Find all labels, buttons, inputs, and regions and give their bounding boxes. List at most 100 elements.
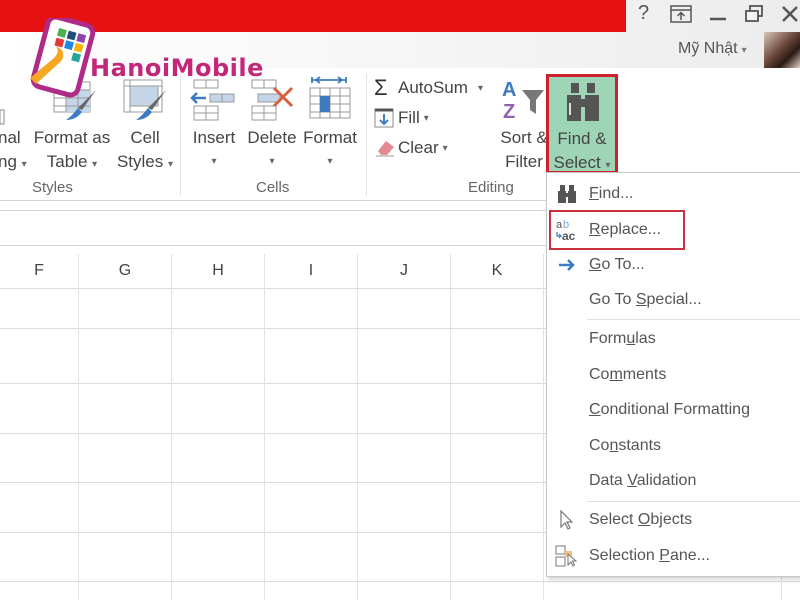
- column-line: [357, 254, 358, 600]
- menu-item-label: Conditional Formatting: [589, 401, 750, 418]
- replace-icon: a b ac: [555, 218, 579, 242]
- format-as-table-button[interactable]: Format as Table ▾: [32, 126, 112, 177]
- arrow-right-icon: [555, 253, 579, 277]
- chevron-down-icon: ▾: [442, 142, 448, 154]
- minimize-button[interactable]: [708, 4, 728, 30]
- delete-label: Delete: [247, 128, 297, 147]
- avatar[interactable]: [764, 32, 800, 68]
- clear-label: Clear: [398, 138, 439, 157]
- chevron-down-icon: ▾: [605, 160, 611, 171]
- ribbon-display-options-button[interactable]: [670, 4, 692, 30]
- selection-pane-icon: [555, 544, 579, 568]
- find-select-label-2: Select: [553, 153, 601, 172]
- conditional-formatting-button[interactable]: nal ng ▾: [0, 126, 27, 177]
- svg-text:A: A: [502, 79, 516, 101]
- format-as-table-label-1: Format as: [33, 128, 111, 147]
- clear-button[interactable]: Clear ▾: [374, 136, 448, 160]
- fill-label: Fill: [398, 108, 420, 127]
- menu-item-label: Comments: [589, 366, 667, 383]
- delete-button[interactable]: Delete ▾: [244, 126, 300, 174]
- format-button[interactable]: Format ▾: [300, 126, 360, 174]
- sort-filter-label-2: Filter: [505, 152, 543, 171]
- chevron-down-icon: ▾: [211, 156, 217, 167]
- editing-group-label: Editing: [468, 179, 514, 196]
- svg-text:Z: Z: [503, 101, 515, 120]
- formula-bar[interactable]: [0, 210, 546, 246]
- menu-item-go-to[interactable]: Go To...: [547, 248, 800, 282]
- menu-item-constants[interactable]: Constants: [547, 429, 800, 463]
- cell-styles-button[interactable]: Cell Styles ▾: [112, 126, 178, 177]
- menu-item-comments[interactable]: Comments: [547, 358, 800, 392]
- fill-button[interactable]: Fill ▾: [374, 106, 429, 130]
- close-icon: [782, 6, 798, 22]
- menu-item-conditional-formatting[interactable]: Conditional Formatting: [547, 393, 800, 427]
- menu-item-formulas[interactable]: Formulas: [547, 322, 800, 356]
- format-as-table-label-2: Table: [46, 152, 88, 171]
- svg-text:ac: ac: [562, 229, 576, 242]
- user-account-menu[interactable]: Mỹ Nhật ▾: [678, 40, 747, 58]
- restore-icon: [745, 5, 763, 22]
- chevron-down-icon: ▾: [327, 156, 333, 167]
- menu-item-label: Formulas: [589, 330, 656, 347]
- binoculars-icon: [567, 83, 599, 121]
- column-header-j[interactable]: J: [358, 254, 450, 288]
- user-name: Mỹ Nhật: [678, 40, 738, 57]
- find-select-label: Find & Select ▾: [549, 127, 615, 178]
- menu-item-data-validation[interactable]: Data Validation: [547, 464, 800, 498]
- binoculars-icon: [555, 182, 579, 206]
- find-select-label-1: Find &: [557, 129, 607, 148]
- find-select-menu: Find... a b ac Replace... Go To... Go To S…: [546, 172, 800, 577]
- column-header-i[interactable]: I: [265, 254, 357, 288]
- column-header-h[interactable]: H: [172, 254, 264, 288]
- styles-group-label: Styles: [32, 179, 73, 196]
- menu-item-label: Replace...: [589, 221, 662, 238]
- menu-item-label: Go To Special...: [589, 291, 702, 308]
- insert-button[interactable]: Insert ▾: [186, 126, 242, 174]
- sort-filter-icon: A Z: [502, 79, 544, 120]
- conditional-formatting-label-1: nal: [0, 128, 21, 147]
- column-header-f[interactable]: F: [0, 254, 78, 288]
- menu-item-select-objects[interactable]: Select Objects: [547, 503, 800, 537]
- restore-button[interactable]: [744, 4, 764, 30]
- find-select-button[interactable]: Find & Select ▾: [546, 74, 618, 174]
- menu-item-find[interactable]: Find...: [547, 177, 800, 211]
- menu-item-go-to-special[interactable]: Go To Special...: [547, 283, 800, 317]
- hanoimobile-watermark: HanoiMobile: [90, 54, 264, 82]
- autosum-button[interactable]: Σ AutoSum ▾: [374, 75, 483, 100]
- chevron-down-icon: ▾: [269, 156, 275, 167]
- column-header-g[interactable]: G: [79, 254, 171, 288]
- menu-separator: [587, 501, 800, 502]
- cursor-icon: [555, 508, 579, 532]
- menu-separator: [587, 319, 800, 320]
- menu-item-label: Go To...: [589, 256, 645, 273]
- column-line: [543, 254, 544, 600]
- conditional-formatting-label-2: ng: [0, 152, 17, 171]
- sort-filter-button[interactable]: Sort & Filter: [496, 126, 552, 174]
- column-header-k[interactable]: K: [451, 254, 543, 288]
- chevron-down-icon: ▾: [92, 159, 98, 170]
- close-button[interactable]: [780, 4, 800, 30]
- menu-item-selection-pane[interactable]: Selection Pane...: [547, 539, 800, 573]
- chevron-down-icon: ▾: [21, 159, 27, 170]
- group-separator: [366, 74, 367, 196]
- cell-styles-label-2: Styles: [116, 152, 164, 171]
- column-line: [78, 254, 79, 600]
- chevron-down-icon: ▾: [477, 82, 483, 94]
- fill-down-icon: [374, 108, 394, 128]
- menu-item-label: Find...: [589, 185, 634, 202]
- minimize-icon: [710, 17, 726, 21]
- format-cells-icon: [309, 76, 351, 119]
- row-line: [0, 581, 800, 582]
- ribbon-display-icon: [670, 5, 692, 23]
- menu-item-replace[interactable]: a b ac Replace...: [547, 213, 800, 247]
- chevron-down-icon: ▾: [741, 45, 747, 56]
- column-line: [450, 254, 451, 600]
- sigma-icon: Σ: [374, 75, 388, 100]
- eraser-icon: [376, 141, 394, 157]
- column-line: [781, 575, 782, 600]
- chevron-down-icon: ▾: [168, 159, 174, 170]
- help-button[interactable]: ?: [638, 2, 649, 25]
- sort-filter-label-1: Sort &: [500, 128, 548, 147]
- column-line: [171, 254, 172, 600]
- column-line: [264, 254, 265, 600]
